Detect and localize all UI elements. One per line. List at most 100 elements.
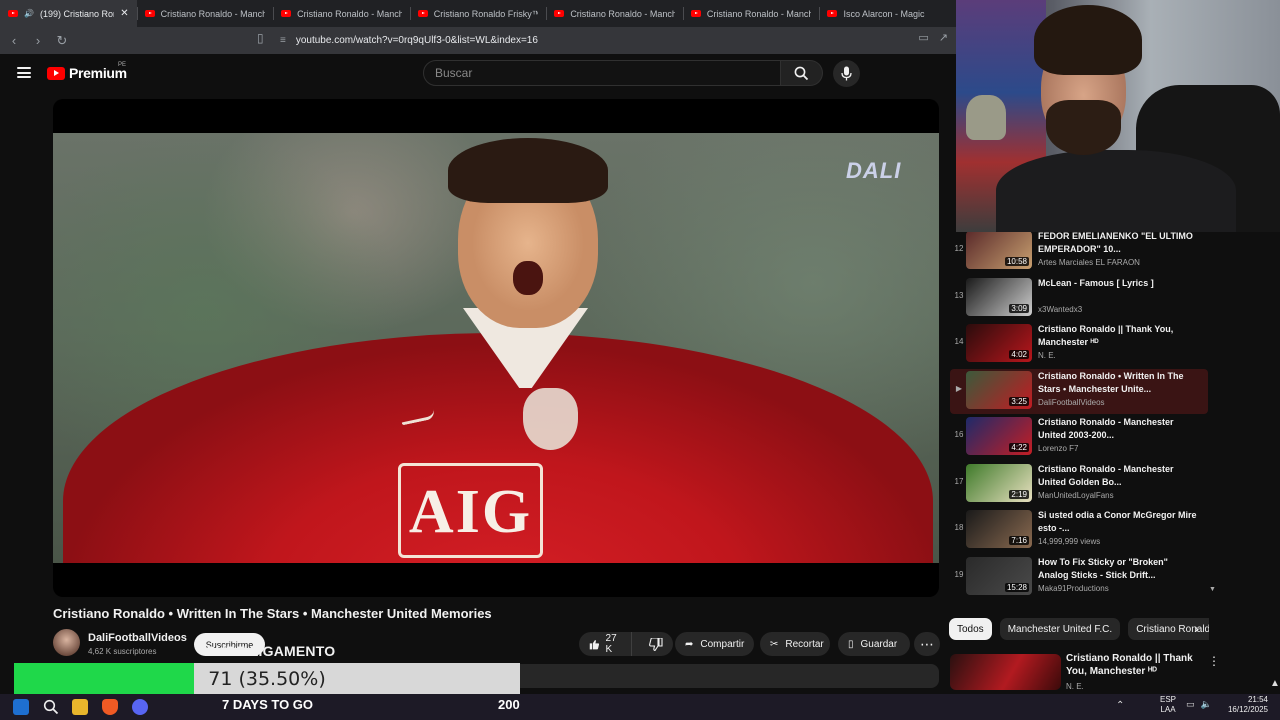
playlist-index: 13 — [954, 290, 964, 300]
channel-avatar[interactable] — [53, 629, 80, 656]
description-box[interactable] — [520, 664, 939, 688]
playlist-thumbnail[interactable]: 10:58 — [966, 232, 1032, 269]
taskbar — [0, 694, 1280, 720]
browser-tab[interactable]: 🔊 (199) Cristiano Ronaldo ✕ — [0, 0, 137, 27]
playlist-item[interactable]: 19 15:28 How To Fix Sticky or "Broken" Ana… — [950, 555, 1208, 598]
outlook-icon[interactable] — [13, 699, 29, 715]
playlist-item-channel: 14,999,999 views — [1038, 537, 1101, 546]
mouth-shape — [513, 261, 543, 295]
dislike-button[interactable] — [639, 632, 673, 656]
close-tab-icon[interactable]: ✕ — [120, 8, 128, 19]
playlist-thumbnail[interactable]: 3:25 — [966, 370, 1032, 409]
save-button[interactable]: ▯ Guardar — [838, 632, 910, 656]
video-player[interactable]: AIG DALI — [53, 99, 939, 597]
tray-expand-icon[interactable]: ⌃ — [1116, 700, 1124, 711]
playlist-thumbnail[interactable]: 4:22 — [966, 417, 1032, 455]
jersey-sponsor: AIG — [398, 463, 543, 558]
clip-label: Recortar — [785, 638, 824, 650]
share-button[interactable]: ➦ Compartir — [675, 632, 754, 656]
browser-tab[interactable]: Cristiano Ronaldo - Manchester — [273, 0, 410, 27]
back-icon[interactable]: ‹ — [4, 31, 24, 51]
browser-tab[interactable]: Cristiano Ronaldo - Manchester — [136, 0, 274, 27]
caret-up-icon[interactable]: ▲ — [1270, 678, 1280, 689]
discord-icon[interactable] — [132, 699, 148, 715]
playlist-item-title[interactable]: Cristiano Ronaldo - Manchester United Go… — [1038, 463, 1198, 489]
playlist-thumbnail[interactable]: 7:16 — [966, 510, 1032, 548]
youtube-favicon-icon — [8, 10, 18, 17]
tab-title: Isco Alarcon - Magic — [843, 8, 925, 19]
youtube-favicon-icon — [554, 10, 565, 17]
site-info-icon[interactable]: ≡ — [280, 35, 286, 46]
duration-badge: 2:19 — [1009, 489, 1029, 499]
hair-shape — [448, 138, 608, 203]
filter-chip[interactable]: Manchester United F.C. — [999, 618, 1121, 640]
playlist-item-title[interactable]: Cristiano Ronaldo • Written In The Stars… — [1038, 370, 1198, 396]
scroll-down-icon[interactable]: ▼ — [1209, 586, 1216, 593]
bookmark-icon[interactable]: ▯ — [257, 31, 264, 45]
search-button[interactable] — [781, 60, 823, 86]
browser-tab[interactable]: Cristiano Ronaldo Frisky™ 2010 — [409, 0, 547, 27]
share-page-icon[interactable]: ↗ — [939, 31, 948, 44]
audio-playing-icon[interactable]: 🔊 — [24, 9, 34, 18]
youtube-favicon-icon — [281, 10, 292, 17]
microphone-icon — [841, 66, 852, 81]
search-icon — [794, 66, 809, 80]
playlist-item[interactable]: 12 10:58 FEDOR EMELIANENKO "EL ULTIMO EMPE… — [950, 232, 1208, 274]
browser-tab-strip: 🔊 (199) Cristiano Ronaldo ✕ Cristiano Ronal… — [0, 0, 956, 27]
tab-title: Cristiano Ronaldo - Manchester — [160, 8, 266, 19]
playlist-thumbnail[interactable]: 2:19 — [966, 463, 1032, 502]
playlist-item[interactable]: ▶ 3:25 Cristiano Ronaldo • Written In The … — [950, 368, 1208, 414]
filter-chip[interactable]: Todos — [949, 618, 992, 640]
clock[interactable]: 21:54 16/12/2025 — [1226, 695, 1268, 715]
more-vert-icon[interactable]: ⋮ — [1208, 654, 1220, 668]
browser-tab[interactable]: Cristiano Ronaldo - Manchester — [546, 0, 683, 27]
clip-button[interactable]: ✂ Recortar — [760, 632, 830, 656]
language-indicator[interactable]: ESP LAA — [1160, 695, 1176, 715]
playlist-item[interactable]: 14 4:02 Cristiano Ronaldo || Thank You, Ma… — [950, 322, 1208, 367]
playlist-thumbnail[interactable]: 15:28 — [966, 556, 1032, 595]
cast-icon[interactable]: ▭ — [918, 31, 928, 44]
reload-icon[interactable]: ↻ — [52, 31, 72, 51]
chevron-right-icon[interactable]: › — [1194, 620, 1199, 636]
playlist-item[interactable]: 18 7:16 Si usted odia a Conor McGregor Mir… — [950, 508, 1208, 553]
browser-tab[interactable]: Isco Alarcon - Magic — [819, 0, 956, 27]
address-bar[interactable]: ≡ youtube.com/watch?v=0rq9qUlf3-0&list=W… — [280, 30, 900, 51]
more-actions-icon[interactable]: ⋯ — [914, 632, 940, 656]
playlist-item-title[interactable]: Cristiano Ronaldo - Manchester United 20… — [1038, 416, 1198, 442]
cam-helmet-figure — [966, 95, 1006, 140]
recommended-title[interactable]: Cristiano Ronaldo || Thank You, Manchest… — [1066, 652, 1206, 678]
save-label: Guardar — [860, 638, 898, 650]
playlist-item[interactable]: 13 3:09 McLean - Famous [ Lyrics ] x3Wanted… — [950, 276, 1208, 321]
club-crest — [523, 388, 578, 450]
forward-icon[interactable]: › — [28, 31, 48, 51]
youtube-logo[interactable]: Premium PE — [47, 62, 127, 81]
brave-browser-icon[interactable] — [102, 699, 118, 715]
like-dislike-group: 27 K — [579, 632, 673, 656]
recommended-thumbnail[interactable] — [950, 654, 1061, 690]
goal-target: 200 — [498, 697, 520, 712]
network-icon[interactable]: ▭ — [1186, 699, 1195, 710]
playlist-item-title[interactable]: FEDOR EMELIANENKO "EL ULTIMO EMPERADOR" … — [1038, 232, 1198, 256]
playlist-item[interactable]: 16 4:22 Cristiano Ronaldo - Manchester Uni… — [950, 415, 1208, 460]
playlist-item-title[interactable]: How To Fix Sticky or "Broken" Analog Sti… — [1038, 556, 1198, 582]
menu-icon[interactable] — [17, 67, 31, 78]
browser-tab[interactable]: Cristiano Ronaldo - Manchester — [682, 0, 820, 27]
playlist-thumbnail[interactable]: 4:02 — [966, 324, 1032, 362]
playlist-item-channel: ManUnitedLoyalFans — [1038, 490, 1114, 500]
playlist-index: 17 — [954, 476, 964, 486]
playlist-item-title[interactable]: Si usted odia a Conor McGregor Mire esto… — [1038, 509, 1198, 535]
duration-badge: 15:28 — [1004, 582, 1029, 592]
search-input[interactable] — [424, 61, 780, 85]
playlist-item-channel: Maka91Productions — [1038, 583, 1109, 593]
recommended-video[interactable]: Cristiano Ronaldo || Thank You, Manchest… — [950, 652, 1220, 692]
playlist-thumbnail[interactable]: 3:09 — [966, 277, 1032, 316]
channel-name[interactable]: DaliFootballVideos — [88, 632, 187, 644]
playlist-item-title[interactable]: Cristiano Ronaldo || Thank You, Manchest… — [1038, 323, 1198, 349]
like-button[interactable]: 27 K — [579, 632, 632, 656]
voice-search-button[interactable] — [833, 60, 860, 87]
playlist-item-title[interactable]: McLean - Famous [ Lyrics ] — [1038, 277, 1198, 290]
volume-icon[interactable]: 🔈 — [1201, 699, 1212, 710]
playlist-item[interactable]: 17 2:19 Cristiano Ronaldo - Manchester Uni… — [950, 462, 1208, 507]
search-icon[interactable] — [43, 699, 59, 715]
folder-icon[interactable] — [72, 699, 88, 715]
